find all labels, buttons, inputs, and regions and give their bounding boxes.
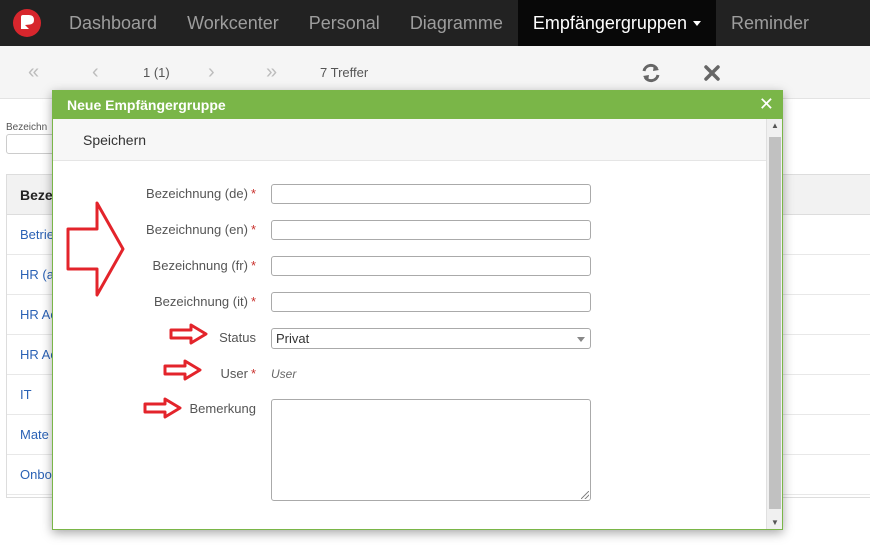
- first-page-icon[interactable]: «: [28, 46, 39, 99]
- name-it-input[interactable]: [271, 292, 591, 312]
- required-marker: *: [250, 366, 256, 381]
- label-text: Bezeichnung (de): [146, 186, 248, 201]
- new-group-dialog: Neue Empfängergruppe ✕ Speichern Bezeich…: [52, 90, 783, 530]
- nav-reminder[interactable]: Reminder: [716, 0, 824, 46]
- label-text: Bezeichnung (fr): [152, 258, 248, 273]
- required-marker: *: [250, 186, 256, 201]
- save-button[interactable]: Speichern: [83, 132, 146, 148]
- status-value: Privat: [276, 331, 310, 346]
- dialog-header: Neue Empfängergruppe ✕: [53, 91, 782, 119]
- caret-down-icon: [692, 20, 701, 26]
- status-select[interactable]: Privat: [271, 328, 591, 349]
- nav-label: Diagramme: [409, 12, 503, 33]
- annotation-arrow-icon: [66, 201, 125, 297]
- required-marker: *: [250, 222, 256, 237]
- required-marker: *: [250, 294, 256, 309]
- nav-label: Personal: [308, 12, 380, 33]
- resize-grip-icon[interactable]: [581, 491, 589, 499]
- name-fr-input[interactable]: [271, 256, 591, 276]
- label-text: User: [220, 366, 248, 381]
- app-logo[interactable]: [0, 0, 54, 46]
- nav-label: Empfängergruppen: [532, 12, 687, 33]
- filter-label: Bezeichn: [6, 122, 48, 133]
- scroll-up-icon[interactable]: ▲: [767, 121, 783, 130]
- dialog-toolbar: Speichern: [53, 119, 767, 161]
- nav-dashboard[interactable]: Dashboard: [54, 0, 172, 46]
- status-label: Status: [53, 330, 256, 345]
- nav-diagramme[interactable]: Diagramme: [395, 0, 518, 46]
- nav-workcenter[interactable]: Workcenter: [172, 0, 294, 46]
- close-icon[interactable]: ✕: [759, 94, 774, 114]
- label-text: Status: [219, 330, 256, 345]
- annotation-arrow-icon: [143, 397, 182, 419]
- required-marker: *: [250, 258, 256, 273]
- name-en-input[interactable]: [271, 220, 591, 240]
- remark-textarea[interactable]: [271, 399, 591, 501]
- annotation-arrow-icon: [169, 323, 208, 345]
- nav-label: Reminder: [730, 12, 809, 33]
- dialog-scrollbar[interactable]: ▲ ▼: [766, 119, 782, 529]
- annotation-arrow-icon: [163, 359, 202, 381]
- dialog-title: Neue Empfängergruppe: [67, 97, 226, 113]
- user-label: User *: [53, 366, 256, 381]
- dropdown-arrow-icon: [577, 337, 585, 342]
- nav-personal[interactable]: Personal: [294, 0, 395, 46]
- top-navbar: Dashboard Workcenter Personal Diagramme …: [0, 0, 870, 46]
- logo-icon: [13, 9, 41, 37]
- user-value: User: [271, 367, 297, 381]
- nav-label: Workcenter: [187, 12, 279, 33]
- scroll-thumb[interactable]: [769, 137, 781, 509]
- label-text: Bezeichnung (it): [153, 294, 248, 309]
- dialog-body: Speichern Bezeichnung (de) * Bezeichnung …: [53, 119, 767, 529]
- label-text: Bemerkung: [189, 401, 256, 416]
- scroll-down-icon[interactable]: ▼: [767, 518, 783, 527]
- label-text: Bezeichnung (en): [146, 222, 248, 237]
- name-de-input[interactable]: [271, 184, 591, 204]
- nav-label: Dashboard: [69, 12, 158, 33]
- nav-empfaengergruppen[interactable]: Empfängergruppen: [517, 0, 716, 46]
